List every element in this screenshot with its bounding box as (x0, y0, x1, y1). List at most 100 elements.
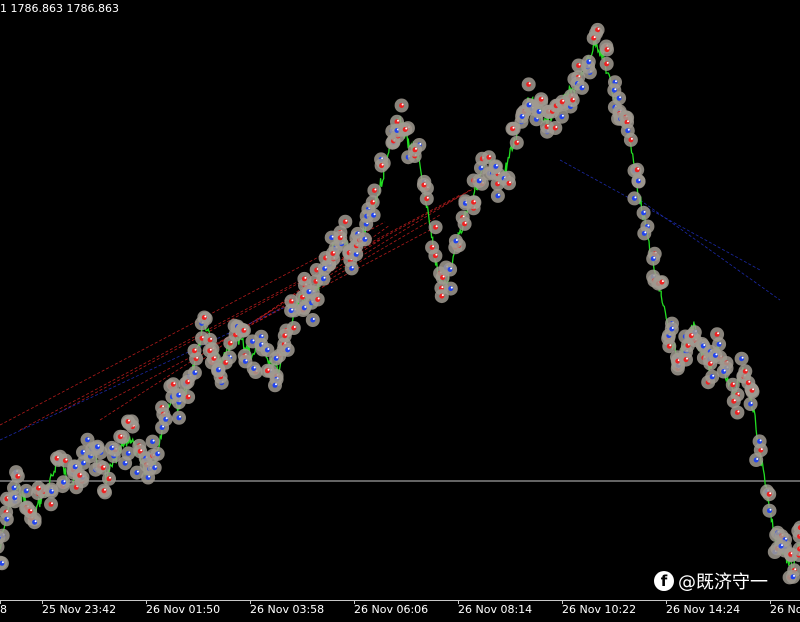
chart-area[interactable]: 1 1786.863 1786.863 8 25 Nov 23:42 26 Nov … (0, 0, 800, 622)
marker-highlight (426, 196, 429, 199)
sell-marker (790, 574, 796, 580)
marker-highlight (522, 114, 525, 117)
sell-marker (712, 352, 718, 358)
buy-marker (48, 501, 54, 507)
marker-highlight (760, 448, 763, 451)
buy-marker (250, 338, 255, 344)
marker-highlight (128, 419, 130, 422)
marker-highlight (109, 476, 111, 479)
buy-marker (77, 472, 83, 478)
sell-marker (429, 244, 435, 250)
marker-highlight (323, 276, 326, 279)
marker-highlight (473, 200, 476, 203)
marker-highlight (719, 342, 722, 345)
buy-marker (493, 163, 499, 169)
marker-highlight (717, 332, 720, 335)
buy-marker (559, 99, 565, 105)
marker-highlight (509, 181, 511, 184)
marker-highlight (712, 374, 715, 377)
buy-marker (310, 317, 316, 323)
marker-highlight (450, 267, 453, 270)
marker-highlight (572, 98, 575, 101)
marker-highlight (481, 166, 483, 168)
buy-marker (85, 437, 90, 443)
buy-marker (62, 458, 68, 464)
marker-highlight (253, 366, 256, 369)
marker-highlight (213, 356, 216, 359)
marker-highlight (372, 200, 375, 203)
buy-marker (721, 369, 727, 374)
price-chart-canvas[interactable] (0, 0, 800, 600)
marker-highlight (479, 178, 482, 181)
buy-marker (471, 199, 477, 205)
marker-highlight (6, 510, 9, 513)
marker-highlight (104, 488, 106, 491)
marker-highlight (619, 96, 622, 99)
marker-highlight (512, 126, 515, 129)
marker-highlight (435, 253, 438, 256)
buy-marker (288, 298, 294, 304)
marker-highlight (539, 109, 541, 112)
marker-highlight (165, 417, 168, 420)
marker-highlight (287, 347, 290, 350)
marker-highlight (661, 280, 664, 283)
marker-highlight (374, 188, 377, 191)
marker-highlight (83, 450, 85, 453)
buy-marker (32, 519, 38, 525)
marker-highlight (703, 344, 706, 346)
marker-highlight (750, 402, 753, 404)
sell-marker (371, 188, 377, 193)
marker-highlight (111, 445, 114, 448)
marker-highlight (364, 237, 367, 240)
marker-highlight (38, 486, 41, 489)
marker-highlight (423, 183, 426, 185)
marker-highlight (83, 461, 86, 463)
sell-marker (95, 444, 100, 450)
marker-highlight (405, 127, 408, 130)
sell-marker (251, 366, 257, 371)
marker-highlight (188, 395, 191, 397)
marker-highlight (267, 368, 270, 371)
buy-marker (506, 180, 512, 186)
marker-highlight (588, 59, 591, 62)
buy-marker (125, 419, 131, 424)
sell-marker (227, 340, 233, 346)
buy-marker (634, 167, 640, 173)
buy-marker (576, 63, 582, 68)
time-axis-label: 8 (0, 603, 7, 616)
buy-marker (322, 266, 328, 272)
marker-highlight (637, 167, 640, 170)
sell-marker (150, 439, 156, 445)
buy-marker (349, 265, 355, 271)
marker-highlight (555, 126, 558, 128)
marker-highlight (669, 344, 672, 347)
marker-highlight (785, 537, 787, 540)
buy-marker (424, 196, 430, 202)
marker-highlight (51, 502, 53, 505)
buy-marker (402, 127, 408, 132)
marker-highlight (737, 410, 740, 413)
marker-highlight (634, 196, 637, 199)
sell-marker (476, 178, 482, 184)
buy-marker (688, 333, 694, 339)
marker-highlight (187, 380, 190, 382)
buy-marker (192, 370, 198, 376)
sell-marker (265, 368, 270, 374)
marker-highlight (397, 119, 399, 122)
buy-marker (291, 325, 297, 331)
marker-highlight (442, 275, 445, 278)
marker-highlight (752, 388, 755, 391)
buy-marker (337, 235, 343, 241)
marker-highlight (157, 451, 160, 454)
marker-highlight (120, 434, 123, 437)
marker-highlight (745, 369, 748, 372)
buy-marker (241, 327, 247, 333)
buy-marker (12, 495, 18, 501)
marker-highlight (57, 456, 59, 459)
trend-line (59, 187, 476, 413)
sell-marker (538, 96, 544, 102)
time-axis-label: 26 Nov 01:50 (146, 603, 221, 616)
sell-marker (370, 199, 376, 205)
marker-highlight (582, 85, 584, 88)
buy-marker (176, 415, 182, 421)
